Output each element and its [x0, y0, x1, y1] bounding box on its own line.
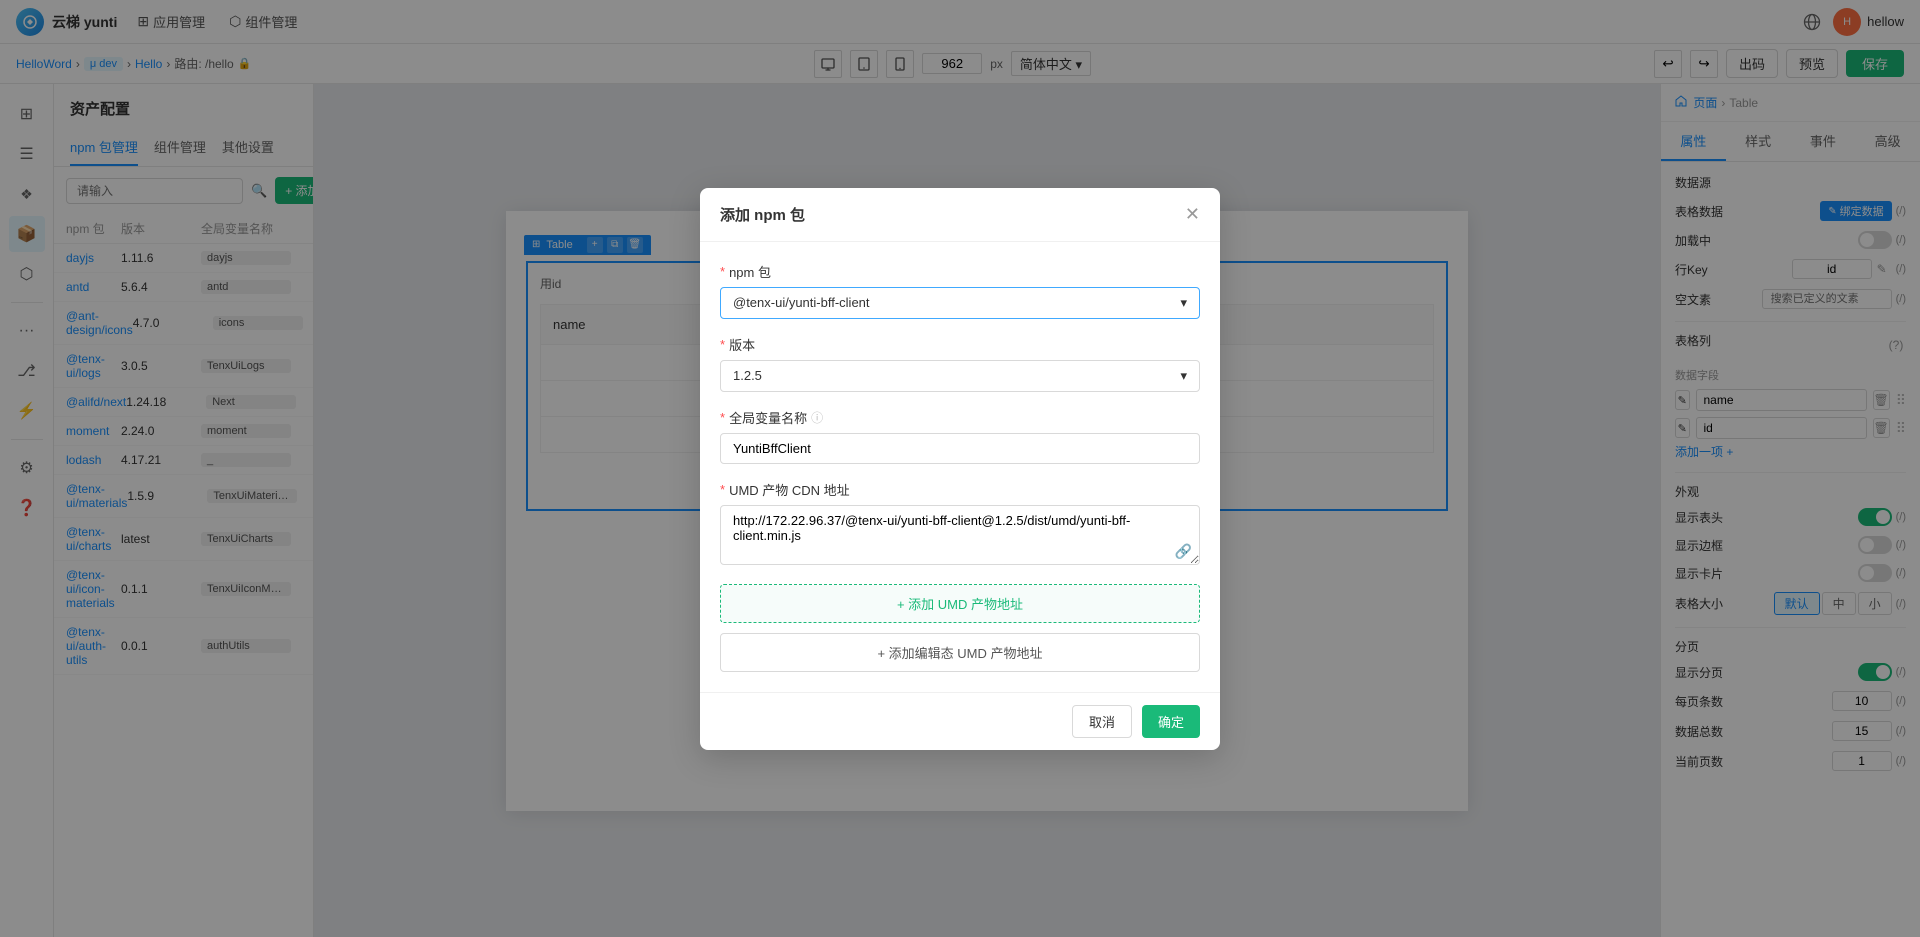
add-prod-btn[interactable]: + 添加编辑态 UMD 产物地址 — [720, 633, 1200, 672]
version-select-chevron: ▾ — [1180, 368, 1187, 384]
npm-form-item: * npm 包 @tenx-ui/yunti-bff-client ▾ — [720, 262, 1200, 319]
modal-confirm-btn[interactable]: 确定 — [1142, 705, 1200, 738]
global-label: * 全局变量名称 ⓘ — [720, 408, 1200, 427]
npm-label: * npm 包 — [720, 262, 1200, 281]
npm-select-chevron: ▾ — [1180, 295, 1187, 311]
add-umd-btn[interactable]: + 添加 UMD 产物地址 — [720, 584, 1200, 623]
umd-label: * UMD 产物 CDN 地址 — [720, 480, 1200, 499]
version-select[interactable]: 1.2.5 ▾ — [720, 360, 1200, 392]
global-form-item: * 全局变量名称 ⓘ — [720, 408, 1200, 464]
umd-form-item: * UMD 产物 CDN 地址 http://172.22.96.37/@ten… — [720, 480, 1200, 568]
umd-textarea-wrap: http://172.22.96.37/@tenx-ui/yunti-bff-c… — [720, 505, 1200, 568]
version-select-value: 1.2.5 — [733, 368, 762, 383]
modal-body: * npm 包 @tenx-ui/yunti-bff-client ▾ * 版本 — [700, 242, 1220, 692]
modal-overlay[interactable]: 添加 npm 包 ✕ * npm 包 @tenx-ui/yunti-bff-cl… — [0, 0, 1920, 937]
version-form-item: * 版本 1.2.5 ▾ — [720, 335, 1200, 392]
npm-select[interactable]: @tenx-ui/yunti-bff-client ▾ — [720, 287, 1200, 319]
add-npm-modal: 添加 npm 包 ✕ * npm 包 @tenx-ui/yunti-bff-cl… — [700, 188, 1220, 750]
umd-link-icon[interactable]: 🔗 — [1175, 543, 1192, 560]
global-input[interactable] — [720, 433, 1200, 464]
modal-close-btn[interactable]: ✕ — [1185, 205, 1200, 223]
modal-footer: 取消 确定 — [700, 692, 1220, 750]
modal-header: 添加 npm 包 ✕ — [700, 188, 1220, 242]
modal-title: 添加 npm 包 — [720, 204, 805, 225]
modal-cancel-btn[interactable]: 取消 — [1072, 705, 1132, 738]
umd-textarea[interactable]: http://172.22.96.37/@tenx-ui/yunti-bff-c… — [720, 505, 1200, 565]
global-help-icon[interactable]: ⓘ — [811, 409, 823, 426]
version-label: * 版本 — [720, 335, 1200, 354]
npm-select-value: @tenx-ui/yunti-bff-client — [733, 295, 870, 310]
